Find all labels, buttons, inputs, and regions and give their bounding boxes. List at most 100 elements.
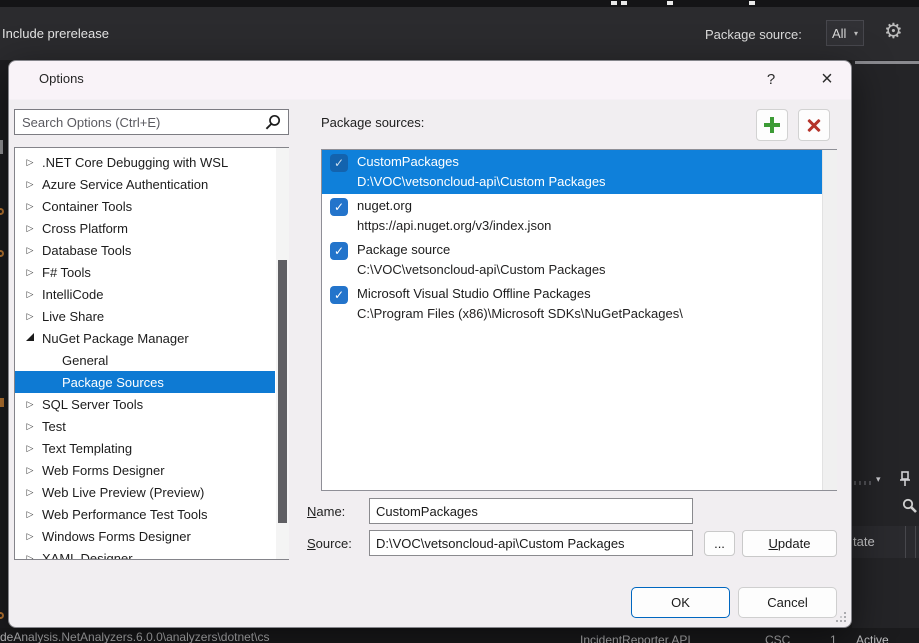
help-button[interactable]: ? <box>751 65 791 95</box>
cancel-button[interactable]: Cancel <box>738 587 837 618</box>
add-source-button[interactable] <box>756 109 788 141</box>
tree-item-general[interactable]: General <box>15 349 275 371</box>
remove-source-button[interactable] <box>798 109 830 141</box>
tree-item-test[interactable]: ▷Test <box>15 415 275 437</box>
column-header-state[interactable]: tate <box>852 526 919 558</box>
browse-button[interactable]: ... <box>704 531 735 556</box>
tree-scrollbar[interactable] <box>276 148 289 559</box>
dialog-title: Options <box>39 71 84 86</box>
resize-grip[interactable] <box>835 611 847 623</box>
collapsed-arrow-icon[interactable]: ▷ <box>24 443 36 454</box>
search-input[interactable] <box>15 115 265 130</box>
tree-item-xaml-designer[interactable]: ▷ XAML Designer <box>15 547 275 560</box>
tree-item-label: General <box>62 353 108 368</box>
tree-item-f-tools[interactable]: ▷ F# Tools <box>15 261 275 283</box>
collapsed-arrow-icon[interactable]: ▷ <box>24 487 36 498</box>
package-name: Package source <box>357 242 450 257</box>
options-tree: ▷.NET Core Debugging with WSL▷Azure Serv… <box>14 147 289 560</box>
source-input[interactable] <box>369 530 693 556</box>
chevron-down-icon: ▾ <box>854 29 858 38</box>
ok-button[interactable]: OK <box>631 587 730 618</box>
tree-item-container-tools[interactable]: ▷ Container Tools <box>15 195 275 217</box>
expanded-arrow-icon[interactable] <box>24 333 36 343</box>
tree-item-live-share[interactable]: ▷ Live Share <box>15 305 275 327</box>
package-source-row[interactable]: ✓ Package source C:\VOC\vetsoncloud-api\Cu… <box>322 238 822 282</box>
pin-icon[interactable] <box>898 471 912 487</box>
package-source-row[interactable]: ✓Microsoft Visual Studio Offline Package… <box>322 282 822 326</box>
update-button[interactable]: Update <box>742 530 837 557</box>
tree-item-intellicode[interactable]: ▷IntelliCode <box>15 283 275 305</box>
tree-item-web-live-preview-preview[interactable]: ▷Web Live Preview (Preview) <box>15 481 275 503</box>
tree-item-cross-platform[interactable]: ▷Cross Platform <box>15 217 275 239</box>
package-enabled-checkbox[interactable]: ✓ <box>330 154 348 172</box>
tree-item-web-forms-designer[interactable]: ▷Web Forms Designer <box>15 459 275 481</box>
collapsed-arrow-icon[interactable]: ▷ <box>24 201 36 212</box>
package-source-row[interactable]: ✓nuget.orghttps://api.nuget.org/v3/index… <box>322 194 822 238</box>
error-row-tool: CSC <box>765 633 790 643</box>
collapsed-arrow-icon[interactable]: ▷ <box>24 223 36 234</box>
column-divider <box>905 526 906 558</box>
scrollbar-mark <box>0 140 3 154</box>
package-sources-label: Package sources: <box>321 115 424 130</box>
tree-item-label: Live Share <box>42 309 104 324</box>
close-button[interactable]: × <box>805 63 849 95</box>
tree-item-nuget-package-manager[interactable]: NuGet Package Manager <box>15 327 275 349</box>
tree-item-label: Text Templating <box>42 441 132 456</box>
collapsed-arrow-icon[interactable]: ▷ <box>24 465 36 476</box>
error-row-state: Active <box>856 633 889 643</box>
tree-item-label: Database Tools <box>42 243 131 258</box>
annotation-mark <box>0 250 4 257</box>
tree-item-label: Container Tools <box>42 199 132 214</box>
annotation-mark <box>0 208 4 215</box>
package-enabled-checkbox[interactable]: ✓ <box>330 242 348 260</box>
clipped-window-top <box>0 0 919 7</box>
include-prerelease-label[interactable]: Include prerelease <box>2 26 109 41</box>
collapsed-arrow-icon[interactable]: ▷ <box>24 179 36 190</box>
package-enabled-checkbox[interactable]: ✓ <box>330 286 348 304</box>
package-enabled-checkbox[interactable]: ✓ <box>330 198 348 216</box>
options-dialog: Options ? × ▷.NET Core Debugging with WS… <box>8 60 852 628</box>
tree-item-windows-forms-designer[interactable]: ▷Windows Forms Designer <box>15 525 275 547</box>
chevron-down-icon[interactable]: ▾ <box>876 474 881 485</box>
collapsed-arrow-icon[interactable]: ▷ <box>24 289 36 300</box>
collapsed-arrow-icon[interactable]: ▷ <box>24 157 36 168</box>
background-toolbar: Include prerelease Package source: All ▾… <box>0 0 919 60</box>
tree-item-label: F# Tools <box>42 265 91 280</box>
name-input[interactable] <box>369 498 693 524</box>
collapsed-arrow-icon[interactable]: ▷ <box>24 421 36 432</box>
error-row-count: 1 <box>830 633 837 643</box>
gear-icon[interactable]: ⚙ <box>884 20 903 44</box>
tree-item-database-tools[interactable]: ▷ Database Tools <box>15 239 275 261</box>
package-path: D:\VOC\vetsoncloud-api\Custom Packages <box>357 174 606 189</box>
x-icon <box>805 116 823 134</box>
collapsed-arrow-icon[interactable]: ▷ <box>24 399 36 410</box>
tree-item-label: Web Performance Test Tools <box>42 507 207 522</box>
tree-item-label: Package Sources <box>62 375 164 390</box>
package-path: C:\VOC\vetsoncloud-api\Custom Packages <box>357 262 606 277</box>
search-icon <box>265 114 281 130</box>
tree-item-label: XAML Designer <box>42 551 133 561</box>
tree-item-sql-server-tools[interactable]: ▷SQL Server Tools <box>15 393 275 415</box>
tree-item-text-templating[interactable]: ▷ Text Templating <box>15 437 275 459</box>
tree-item-web-performance-test-tools[interactable]: ▷ Web Performance Test Tools <box>15 503 275 525</box>
collapsed-arrow-icon[interactable]: ▷ <box>24 267 36 278</box>
tree-item-label: NuGet Package Manager <box>42 331 189 346</box>
collapsed-arrow-icon[interactable]: ▷ <box>24 553 36 561</box>
tree-item-package-sources[interactable]: Package Sources <box>15 371 275 393</box>
search-icon[interactable] <box>902 498 917 513</box>
annotation-mark <box>0 398 4 407</box>
background-tool-window: ▾ tate <box>852 60 919 643</box>
package-source-dropdown[interactable]: All ▾ <box>826 20 864 46</box>
collapsed-arrow-icon[interactable]: ▷ <box>24 509 36 520</box>
collapsed-arrow-icon[interactable]: ▷ <box>24 311 36 322</box>
tree-item-azure-service-authentication[interactable]: ▷Azure Service Authentication <box>15 173 275 195</box>
panel-top-border <box>855 61 919 64</box>
package-source-row[interactable]: ✓CustomPackagesD:\VOC\vetsoncloud-api\Cu… <box>322 150 822 194</box>
list-scrollbar[interactable] <box>822 150 837 490</box>
package-path: C:\Program Files (x86)\Microsoft SDKs\Nu… <box>357 306 683 321</box>
collapsed-arrow-icon[interactable]: ▷ <box>24 531 36 542</box>
collapsed-arrow-icon[interactable]: ▷ <box>24 245 36 256</box>
tree-item-net-core-debugging-with-wsl[interactable]: ▷.NET Core Debugging with WSL <box>15 151 275 173</box>
tree-scrollbar-thumb[interactable] <box>278 260 287 523</box>
search-options-box[interactable] <box>14 109 289 135</box>
